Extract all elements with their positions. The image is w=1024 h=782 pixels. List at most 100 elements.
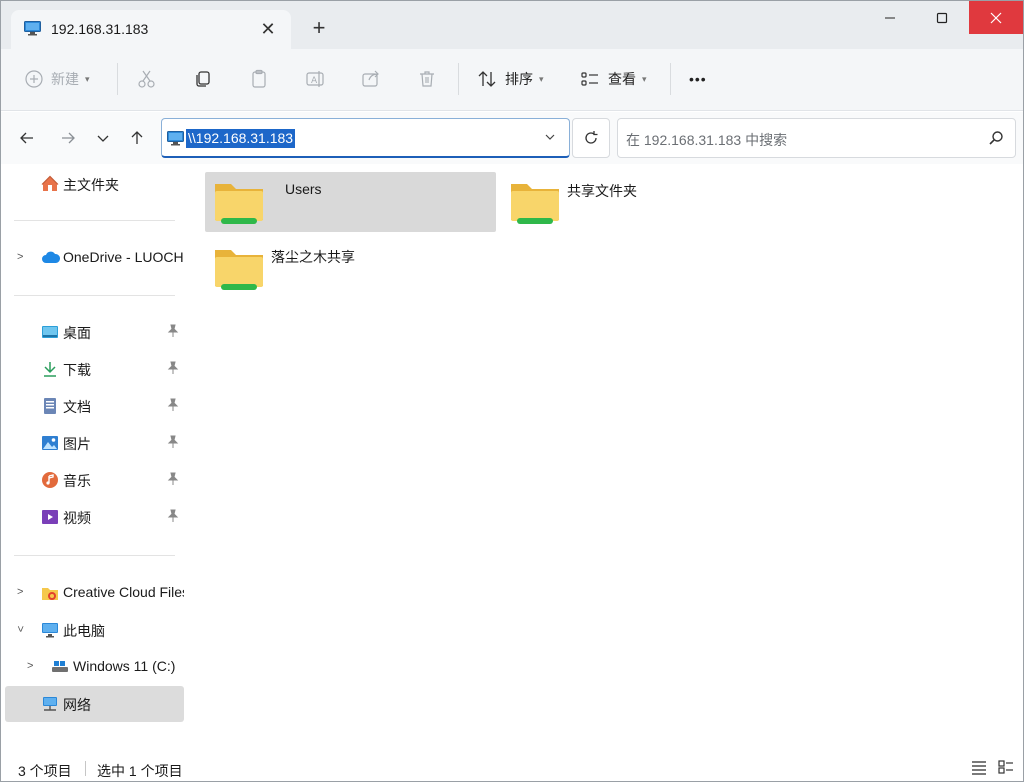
view-list-icon: [581, 72, 598, 86]
network-folder-icon: [215, 184, 263, 224]
sidebar-item-label: Creative Cloud Files: [63, 584, 184, 600]
sort-icon: [478, 71, 496, 87]
plus-circle-icon: [25, 70, 43, 88]
music-icon: [42, 472, 58, 488]
refresh-icon: [585, 131, 598, 144]
up-button[interactable]: [123, 126, 151, 150]
new-button[interactable]: 新建 ▾: [25, 64, 90, 94]
tab-close-icon[interactable]: ✕: [257, 18, 279, 40]
home-icon: [41, 175, 59, 191]
pin-icon[interactable]: [167, 472, 179, 486]
monitor-icon: [167, 131, 184, 146]
refresh-button[interactable]: [572, 118, 610, 158]
pin-icon[interactable]: [167, 435, 179, 449]
pin-icon[interactable]: [167, 324, 179, 338]
share-button[interactable]: [361, 64, 381, 94]
chevron-right-icon[interactable]: >: [27, 660, 33, 672]
sidebar-item-this-pc[interactable]: > 此电脑: [5, 612, 184, 648]
sidebar-item-videos[interactable]: 视频: [5, 499, 184, 535]
search-input[interactable]: 在 192.168.31.183 中搜索: [626, 130, 787, 150]
chevron-down-icon: ▾: [539, 73, 544, 84]
forward-button[interactable]: [54, 126, 82, 150]
delete-button[interactable]: [417, 64, 437, 94]
search-icon[interactable]: [988, 130, 1004, 146]
sidebar-item-onedrive[interactable]: > OneDrive - LUOCHEN: [5, 240, 184, 276]
cut-button[interactable]: [137, 64, 157, 94]
item-count: 3 个项目: [18, 763, 72, 779]
tiles-view-icon[interactable]: [998, 759, 1014, 775]
arrow-left-icon: [20, 132, 33, 144]
maximize-icon: [936, 12, 948, 23]
sort-button[interactable]: 排序 ▾: [477, 64, 544, 94]
copy-button[interactable]: [193, 64, 213, 94]
video-icon: [42, 510, 58, 524]
maximize-button[interactable]: [915, 1, 969, 34]
status-bar: 3 个项目 选中 1 个项目: [1, 754, 1023, 781]
sidebar-item-downloads[interactable]: 下载: [5, 351, 184, 387]
sidebar-item-desktop[interactable]: 桌面: [5, 314, 184, 350]
sidebar-item-label: 音乐: [63, 473, 91, 489]
view-label: 查看: [608, 71, 636, 87]
sidebar-item-documents[interactable]: 文档: [5, 388, 184, 424]
sidebar-divider: [14, 555, 175, 556]
close-button[interactable]: [969, 1, 1023, 34]
folder-item[interactable]: 落尘之木共享: [205, 238, 496, 298]
network-icon: [43, 697, 57, 711]
chevron-right-icon[interactable]: >: [17, 586, 23, 598]
address-text[interactable]: \\192.168.31.183: [186, 129, 296, 148]
download-icon: [44, 362, 56, 377]
address-bar[interactable]: \\192.168.31.183: [161, 118, 570, 158]
sidebar-item-label: 桌面: [63, 325, 91, 341]
back-button[interactable]: [13, 126, 41, 150]
rename-icon: A: [306, 71, 324, 87]
sidebar-divider: [14, 295, 175, 296]
pictures-icon: [42, 436, 58, 450]
folder-name: 落尘之木共享: [271, 249, 355, 265]
sidebar-item-pictures[interactable]: 图片: [5, 425, 184, 461]
monitor-icon: [42, 623, 58, 638]
creative-cloud-folder-icon: [42, 588, 58, 600]
chevron-down-icon: ▾: [85, 73, 90, 84]
minimize-button[interactable]: [863, 1, 917, 34]
sidebar-item-network[interactable]: 网络: [5, 686, 184, 722]
trash-icon: [420, 71, 434, 87]
chevron-down-icon[interactable]: [544, 131, 556, 143]
svg-text:A: A: [311, 76, 318, 86]
rename-button[interactable]: A: [305, 64, 325, 94]
file-list: Users 共享文件夹 落尘之木共享: [187, 164, 1023, 754]
more-options-button[interactable]: •••: [689, 64, 707, 94]
sidebar-item-label: 下载: [63, 362, 91, 378]
drive-icon: [52, 661, 68, 672]
network-folder-icon: [511, 184, 559, 224]
pin-icon[interactable]: [167, 509, 179, 523]
chevron-down-icon[interactable]: >: [14, 626, 26, 632]
paste-button[interactable]: [249, 64, 269, 94]
tab-current[interactable]: 192.168.31.183 ✕: [11, 10, 291, 49]
folder-name: 共享文件夹: [567, 183, 637, 199]
view-button[interactable]: 查看 ▾: [580, 64, 647, 94]
tab-title: 192.168.31.183: [51, 21, 149, 37]
sidebar-item-windows-drive[interactable]: > Windows 11 (C:): [5, 649, 184, 685]
chevron-right-icon[interactable]: >: [17, 251, 23, 263]
folder-item[interactable]: 共享文件夹: [501, 172, 792, 232]
sidebar-item-label: 主文件夹: [63, 177, 119, 193]
toolbar-divider: [670, 63, 671, 95]
close-icon: [990, 12, 1002, 23]
toolbar-divider: [458, 63, 459, 95]
folder-item[interactable]: Users: [205, 172, 496, 232]
sidebar-item-music[interactable]: 音乐: [5, 462, 184, 498]
search-box[interactable]: 在 192.168.31.183 中搜索: [617, 118, 1016, 158]
pin-icon[interactable]: [167, 398, 179, 412]
new-label: 新建: [51, 71, 79, 87]
new-tab-button[interactable]: +: [307, 17, 331, 41]
sidebar-item-home[interactable]: 主文件夹: [5, 166, 184, 202]
details-view-icon[interactable]: [971, 759, 987, 775]
recent-locations-button[interactable]: [89, 126, 117, 150]
sidebar-item-label: 图片: [63, 436, 91, 452]
navigation-pane: 主文件夹 > OneDrive - LUOCHEN 桌面 下载 文档 图片: [1, 164, 187, 754]
document-icon: [44, 398, 56, 414]
command-bar: 新建 ▾ A 排序 ▾ 查看 ▾ •••: [1, 49, 1023, 111]
title-bar: 192.168.31.183 ✕ +: [1, 1, 1023, 49]
pin-icon[interactable]: [167, 361, 179, 375]
sidebar-item-creative-cloud[interactable]: > Creative Cloud Files: [5, 575, 184, 611]
